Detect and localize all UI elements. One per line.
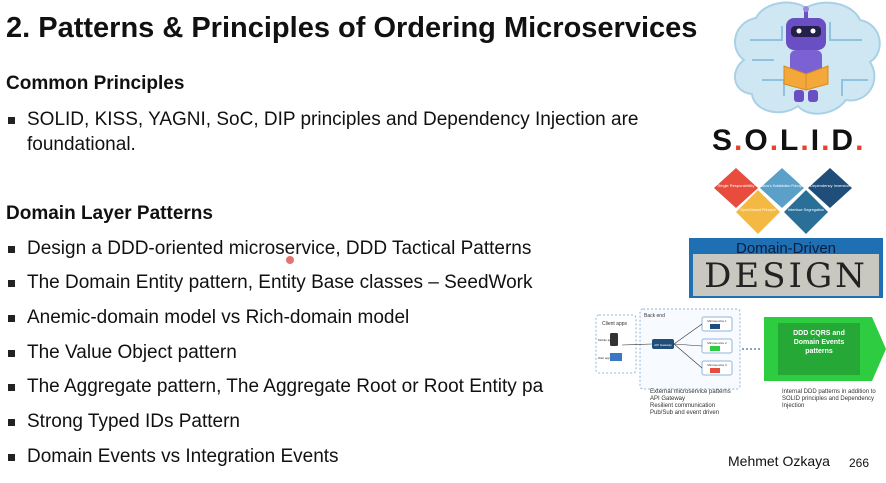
solid-letter: S (712, 124, 735, 157)
bullet-text: The Domain Entity pattern, Entity Base c… (27, 272, 533, 293)
bullet-marker (8, 117, 15, 124)
domain-bullet: The Domain Entity pattern, Entity Base c… (6, 270, 533, 295)
common-principles-heading: Common Principles (6, 73, 185, 94)
microservice-label: Microservice 1 (707, 319, 727, 323)
external-patterns-notes: External microservice patterns API Gatew… (650, 389, 731, 417)
domain-bullet: Strong Typed IDs Pattern (6, 409, 240, 434)
ddd-book-cover: Domain-Driven DESIGN (689, 238, 883, 298)
bullet-text: The Aggregate pattern, The Aggregate Roo… (27, 376, 544, 397)
bullet-text: SOLID, KISS, YAGNI, SoC, DIP principles … (27, 109, 639, 155)
client-apps-label: Client apps (602, 321, 628, 327)
note-item: External microservice patterns (650, 389, 731, 395)
diamond-label: Interface Segregation (788, 208, 824, 212)
domain-bullet: Design a DDD-oriented microservice, DDD … (6, 236, 531, 261)
domain-bullet: Anemic-domain model vs Rich-domain model (6, 305, 409, 330)
microservice-label: Microservice 2 (707, 341, 727, 345)
ddd-book-title: DESIGN (693, 254, 879, 296)
ddd-patterns-label: DDD CQRS and Domain Events patterns (793, 330, 845, 355)
mouse-cursor-dot (286, 256, 294, 264)
bullet-marker (8, 384, 15, 391)
domain-bullet: The Value Object pattern (6, 340, 237, 365)
solid-letter: I (810, 124, 822, 157)
bullet-marker (8, 246, 15, 253)
web-app-icon (610, 353, 622, 361)
solid-letter: L (780, 124, 801, 157)
common-principles-bullet: SOLID, KISS, YAGNI, SoC, DIP principles … (6, 107, 677, 157)
microservice-label: Microservice 3 (707, 363, 727, 367)
bullet-text: Domain Events vs Integration Events (27, 446, 339, 467)
api-gateway-label: API Gateway (654, 343, 672, 347)
note-item: API Gateway (650, 396, 686, 402)
robot-reading-brain-illustration (734, 1, 881, 115)
bullet-marker (8, 315, 15, 322)
bullet-marker (8, 280, 15, 287)
bullet-marker (8, 419, 15, 426)
diamond-label: Single Responsibility (718, 183, 755, 188)
diamond-label: Dependency Inversion (810, 183, 850, 188)
bullet-text: Strong Typed IDs Pattern (27, 411, 240, 432)
solid-logo: S.O.L.I.D. (712, 124, 866, 157)
back-end-label: Back end (644, 313, 665, 319)
bullet-marker (8, 350, 15, 357)
slide-title: 2. Patterns & Principles of Ordering Mic… (6, 12, 698, 44)
diamond-label: Liskov's Substitution Principle (760, 184, 805, 188)
author-name: Mehmet Ozkaya (728, 453, 830, 469)
client-item: Mobile app (598, 338, 613, 342)
bullet-text: Anemic-domain model vs Rich-domain model (27, 307, 410, 328)
client-item: Web app (598, 356, 610, 360)
domain-layer-heading: Domain Layer Patterns (6, 203, 213, 224)
note-item: Resilient communication (650, 403, 716, 409)
solid-diamonds-diagram: Single Responsibility Liskov's Substitut… (714, 168, 852, 234)
solid-letter: D (831, 124, 856, 157)
bullet-marker (8, 454, 15, 461)
diamond-label: Open/Closed Principle (740, 208, 776, 212)
solid-letter: O (744, 124, 770, 157)
internal-patterns-note: Internal DDD patterns in addition to SOL… (782, 389, 876, 409)
domain-bullet: Domain Events vs Integration Events (6, 444, 339, 469)
bullet-text: Design a DDD-oriented microservice, DDD … (27, 238, 532, 259)
page-number: 266 (849, 456, 870, 470)
domain-bullet: The Aggregate pattern, The Aggregate Roo… (6, 374, 543, 399)
bullet-text: The Value Object pattern (27, 342, 237, 363)
note-item: Pub/Sub and event driven (650, 410, 720, 416)
